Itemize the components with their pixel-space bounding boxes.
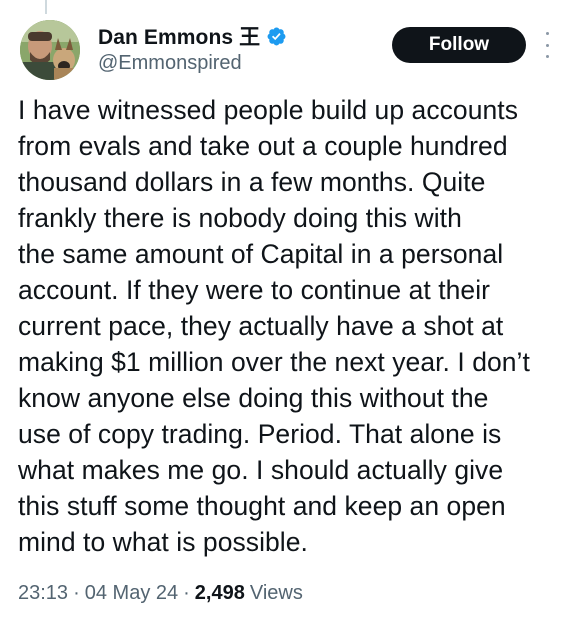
meta-separator: · — [73, 582, 80, 604]
avatar[interactable] — [20, 20, 80, 80]
views-label: Views — [249, 582, 303, 604]
views-count: 2,498 — [194, 582, 245, 604]
more-dot — [545, 43, 549, 47]
author-handle[interactable]: @Emmonspired — [98, 52, 287, 75]
thread-connector-line — [45, 0, 47, 14]
tweet-time[interactable]: 23:13 — [18, 582, 68, 605]
tweet-date[interactable]: 04 May 24 — [85, 582, 178, 605]
follow-button[interactable]: Follow — [392, 27, 526, 63]
display-name[interactable]: Dan Emmons 王 — [98, 21, 260, 51]
more-dot — [545, 32, 549, 35]
tweet-text: I have witnessed people build up account… — [18, 95, 530, 557]
more-dot — [545, 55, 549, 58]
author-info: Dan Emmons 王 @Emmonspired — [98, 22, 287, 75]
meta-separator: · — [183, 582, 190, 604]
avatar-image — [20, 20, 80, 80]
verified-badge-icon — [267, 27, 286, 45]
tweet-header: Dan Emmons 王 @Emmonspired Follow — [20, 20, 562, 82]
name-row: Dan Emmons 王 — [98, 22, 287, 50]
tweet-meta: 23:13 · 04 May 24 · 2,498 Views — [18, 582, 303, 605]
more-vertical-icon[interactable] — [542, 32, 552, 58]
